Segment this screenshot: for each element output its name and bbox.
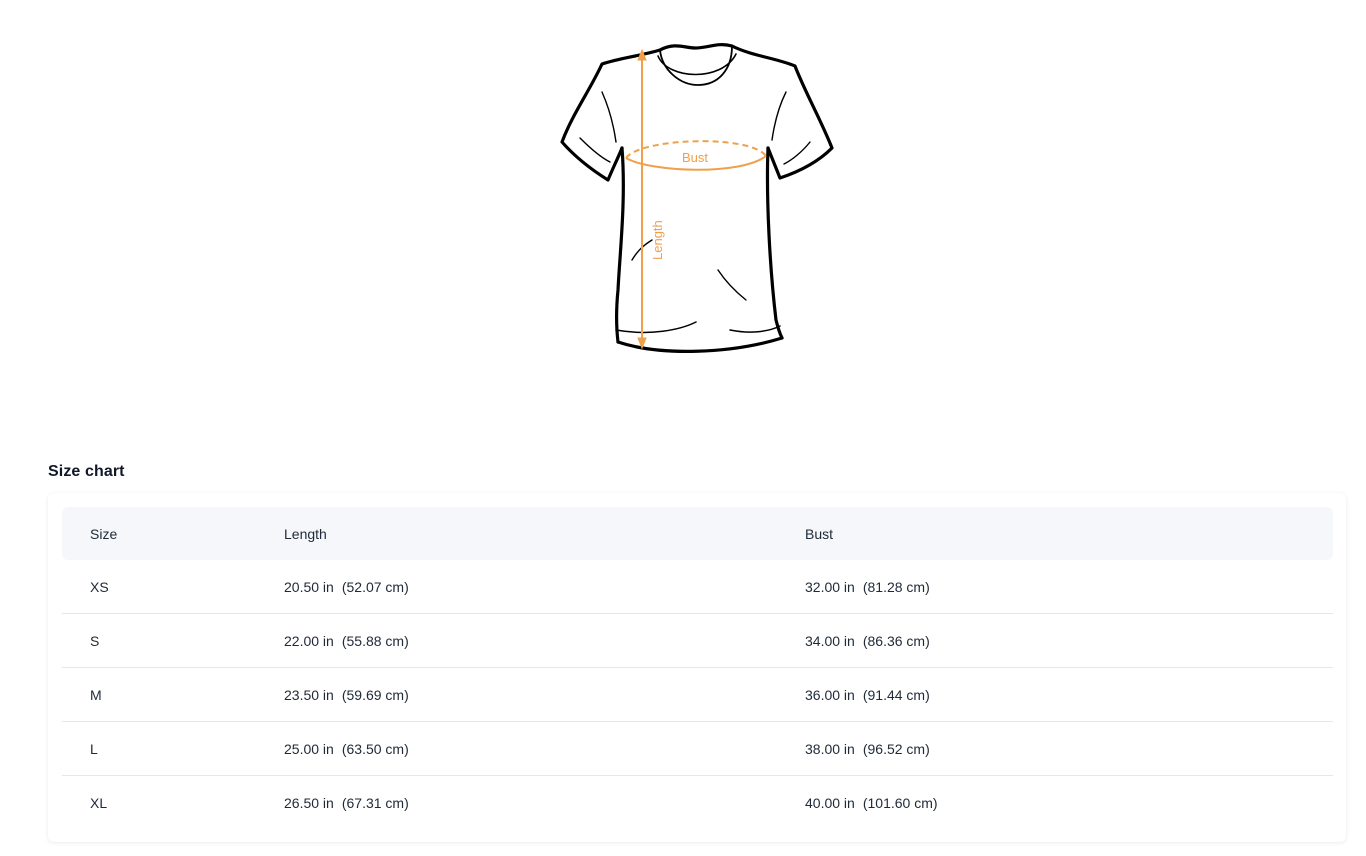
size-cell: XL: [90, 794, 108, 811]
bust-in: 40.00 in: [805, 794, 855, 811]
table-row: S 22.00 in (55.88 cm) 34.00 in (86.36 cm): [62, 614, 1333, 668]
length-cm: (59.69 cm): [341, 686, 409, 703]
size-cell: XS: [90, 578, 109, 595]
length-in: 22.00 in: [284, 632, 334, 649]
length-cm: (63.50 cm): [341, 740, 409, 757]
table-header-row: Size Length Bust: [62, 507, 1333, 560]
bust-label: Bust: [682, 150, 708, 165]
length-label: Length: [650, 220, 665, 260]
header-length: Length: [284, 525, 327, 542]
bust-cm: (101.60 cm): [862, 794, 938, 811]
size-cell: L: [90, 740, 98, 757]
size-cell: M: [90, 686, 102, 703]
bust-cm: (96.52 cm): [862, 740, 930, 757]
tshirt-measurement-illustration: Bust Length: [540, 30, 850, 370]
bust-cell: 32.00 in (81.28 cm): [805, 579, 1333, 595]
tshirt-icon: Bust Length: [560, 43, 834, 353]
length-cell: 22.00 in (55.88 cm): [284, 633, 805, 649]
header-bust: Bust: [805, 525, 834, 542]
table-row: XL 26.50 in (67.31 cm) 40.00 in (101.60 cm…: [62, 776, 1333, 829]
bust-cell: 38.00 in (96.52 cm): [805, 741, 1333, 757]
length-in: 23.50 in: [284, 686, 334, 703]
length-in: 25.00 in: [284, 740, 334, 757]
bust-in: 32.00 in: [805, 578, 855, 595]
table-row: XS 20.50 in (52.07 cm) 32.00 in (81.28 cm): [62, 560, 1333, 614]
size-chart-card: Size Length Bust XS 20.50 in (52.07 cm) 3…: [48, 493, 1346, 842]
header-size: Size: [90, 525, 118, 542]
length-cell: 25.00 in (63.50 cm): [284, 741, 805, 757]
size-cell: S: [90, 632, 100, 649]
size-chart-title: Size chart: [48, 463, 125, 480]
length-cm: (52.07 cm): [341, 578, 409, 595]
bust-in: 34.00 in: [805, 632, 855, 649]
length-cell: 20.50 in (52.07 cm): [284, 579, 805, 595]
size-chart-table: Size Length Bust XS 20.50 in (52.07 cm) 3…: [62, 507, 1333, 829]
length-in: 26.50 in: [284, 794, 334, 811]
bust-cell: 40.00 in (101.60 cm): [805, 795, 1333, 811]
length-cell: 23.50 in (59.69 cm): [284, 687, 805, 703]
bust-cell: 36.00 in (91.44 cm): [805, 687, 1333, 703]
table-row: L 25.00 in (63.50 cm) 38.00 in (96.52 cm): [62, 722, 1333, 776]
bust-cm: (91.44 cm): [862, 686, 930, 703]
bust-in: 36.00 in: [805, 686, 855, 703]
table-row: M 23.50 in (59.69 cm) 36.00 in (91.44 cm): [62, 668, 1333, 722]
bust-in: 38.00 in: [805, 740, 855, 757]
bust-cell: 34.00 in (86.36 cm): [805, 633, 1333, 649]
length-in: 20.50 in: [284, 578, 334, 595]
bust-cm: (86.36 cm): [862, 632, 930, 649]
length-cm: (67.31 cm): [341, 794, 409, 811]
length-cm: (55.88 cm): [341, 632, 409, 649]
length-cell: 26.50 in (67.31 cm): [284, 795, 805, 811]
bust-cm: (81.28 cm): [862, 578, 930, 595]
